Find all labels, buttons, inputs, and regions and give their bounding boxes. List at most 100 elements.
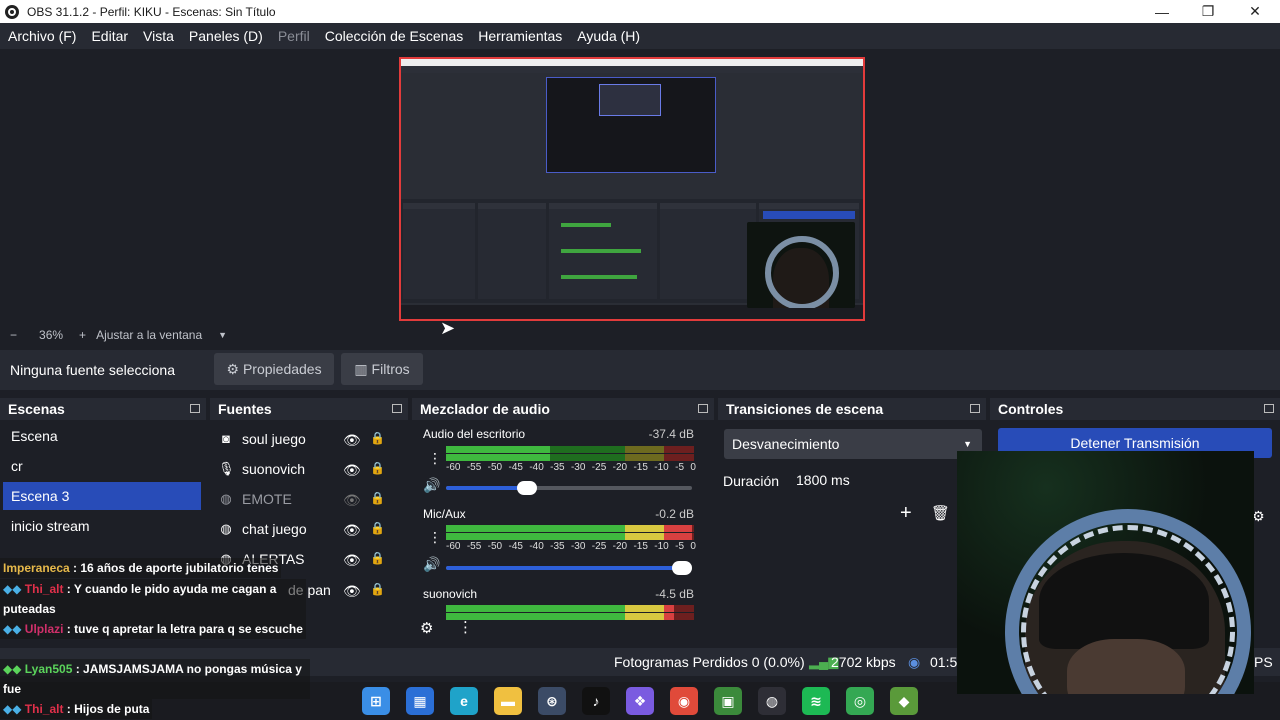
chat-badge-icon: ◆◆ [3,702,25,716]
eye-icon[interactable]: 👁 [343,462,361,478]
meter-tick-label: -45 [508,541,523,552]
source-item-label: EMOTE [242,491,292,507]
stream-time: 01:5 [930,654,958,670]
zoom-out-button[interactable]: − [10,328,17,342]
meter-level [624,613,665,620]
undock-icon[interactable] [392,404,402,413]
undock-icon[interactable] [190,404,200,413]
meter-level [446,605,625,612]
preview-canvas[interactable] [399,57,865,321]
lock-icon[interactable]: 🔒 [370,431,385,445]
transition-select[interactable]: Desvanecimiento ▼ [724,429,982,459]
obs-icon[interactable]: ◍ [758,687,786,715]
mixer-title: Mezclador de audio [420,401,550,417]
menu-edit[interactable]: Editar [91,28,128,44]
speaker-icon[interactable]: 🔊 [423,477,440,494]
source-item-label: chat juego [242,521,307,537]
chat-overlay: Imperaneca : 16 años de aporte jubilator… [0,558,314,720]
speaker-icon[interactable]: 🔊 [423,556,440,573]
scene-item-label: Escena 3 [11,488,70,504]
properties-label: Propiedades [242,361,322,377]
meter-tick-label: -5 [675,541,685,552]
menu-help[interactable]: Ayuda (H) [577,28,640,44]
chrome-alt-icon[interactable]: ◎ [846,687,874,715]
close-button[interactable]: ✕ [1232,0,1278,23]
properties-button[interactable]: ⚙ Propiedades [214,353,334,385]
scene-item-label: Escena [11,428,58,444]
chat-message: ◆◆ Thi_alt : Y cuando le pido ayuda me c… [0,579,306,619]
minecraft-icon[interactable]: ▣ [714,687,742,715]
menu-profile[interactable]: Perfil [278,28,310,44]
undock-icon[interactable] [698,404,708,413]
meter-tick-label: -10 [654,541,669,552]
nested-webcam [747,222,855,308]
title-bar: OBS 31.1.2 - Perfil: KIKU - Escenas: Sin… [0,0,1280,23]
eye-icon[interactable]: 👁 [343,583,361,599]
camera-icon: ◙ [222,431,230,446]
track-db: -4.5 dB [655,587,694,601]
duration-input[interactable]: 1800 ms [788,466,958,494]
menu-view[interactable]: Vista [143,28,174,44]
edge-icon[interactable]: e [450,687,478,715]
scene-item[interactable]: inicio stream [3,512,201,540]
filters-button[interactable]: ▥ Filtros [341,353,423,385]
lock-icon[interactable]: 🔒 [370,521,385,535]
eye-icon[interactable]: 👁 [343,432,361,448]
nested-preview-inner [599,84,661,116]
meter-level [664,533,692,540]
lock-icon[interactable]: 🔒 [370,551,385,565]
spotify-icon[interactable]: ≋ [802,687,830,715]
track-db: -37.4 dB [648,427,694,441]
menu-file[interactable]: Archivo (F) [8,28,76,44]
zoom-in-button[interactable]: + [79,328,86,342]
dropped-frames: Fotogramas Perdidos 0 (0.0%) [614,654,805,670]
chrome-icon[interactable]: ◉ [670,687,698,715]
minecraft-block-icon[interactable]: ◆ [890,687,918,715]
lock-icon[interactable]: 🔒 [370,582,385,596]
eye-icon[interactable]: 👁 [343,552,361,568]
steam-icon[interactable]: ⊛ [538,687,566,715]
eye-icon[interactable]: 👁 [343,522,361,538]
scene-item-selected[interactable]: Escena 3 [3,482,201,510]
volume-slider[interactable] [446,481,692,495]
mixer-menu-icon[interactable]: ⋮ [458,618,473,636]
mixer-settings-icon[interactable]: ⚙ [420,619,433,637]
lock-icon[interactable]: 🔒 [370,461,385,475]
nested-dock-transitions [660,203,756,299]
scene-item[interactable]: cr [3,452,201,480]
zoom-fit-select[interactable]: Ajustar a la ventana [96,328,202,342]
folder-icon[interactable]: ▬ [494,687,522,715]
trash-icon[interactable]: 🗑 [931,504,950,522]
menu-tools[interactable]: Herramientas [478,28,562,44]
chevron-down-icon[interactable]: ▼ [218,330,227,340]
minimize-button[interactable]: — [1139,0,1185,23]
windows-start-icon[interactable]: ⊞ [362,687,390,715]
add-icon[interactable]: + [900,502,912,525]
lock-icon[interactable]: 🔒 [370,491,385,505]
menu-scene-collection[interactable]: Colección de Escenas [325,28,464,44]
maximize-button[interactable]: ❐ [1185,0,1231,23]
meter-tick-label: -55 [466,541,482,552]
source-item-label: suonovich [242,461,306,477]
tiktok-icon[interactable]: ♪ [582,687,610,715]
scene-item[interactable]: Escena [3,422,201,450]
track-menu-icon[interactable]: ⋮ [428,450,442,467]
volume-knob[interactable] [672,561,693,575]
mixer-dock-header: Mezclador de audio [412,398,714,420]
meter-tick-label: -60 [446,462,461,473]
selected-source-label: Ninguna fuente selecciona [10,362,176,378]
nested-dock-mixer [549,203,657,299]
store-icon[interactable]: ▦ [406,687,434,715]
meter-tick-label: -25 [591,462,607,473]
meter-level [446,454,551,461]
volume-slider[interactable] [446,561,693,575]
copilot-icon[interactable]: ❖ [626,687,654,715]
undock-icon[interactable] [970,404,980,413]
track-name: Mic/Aux [423,507,466,521]
menu-docks[interactable]: Paneles (D) [189,28,263,44]
undock-icon[interactable] [1264,404,1274,413]
chat-user: Imperaneca [3,561,70,575]
volume-knob[interactable] [517,481,538,495]
eye-off-icon[interactable]: 👁 [343,492,361,508]
track-menu-icon[interactable]: ⋮ [428,529,442,546]
